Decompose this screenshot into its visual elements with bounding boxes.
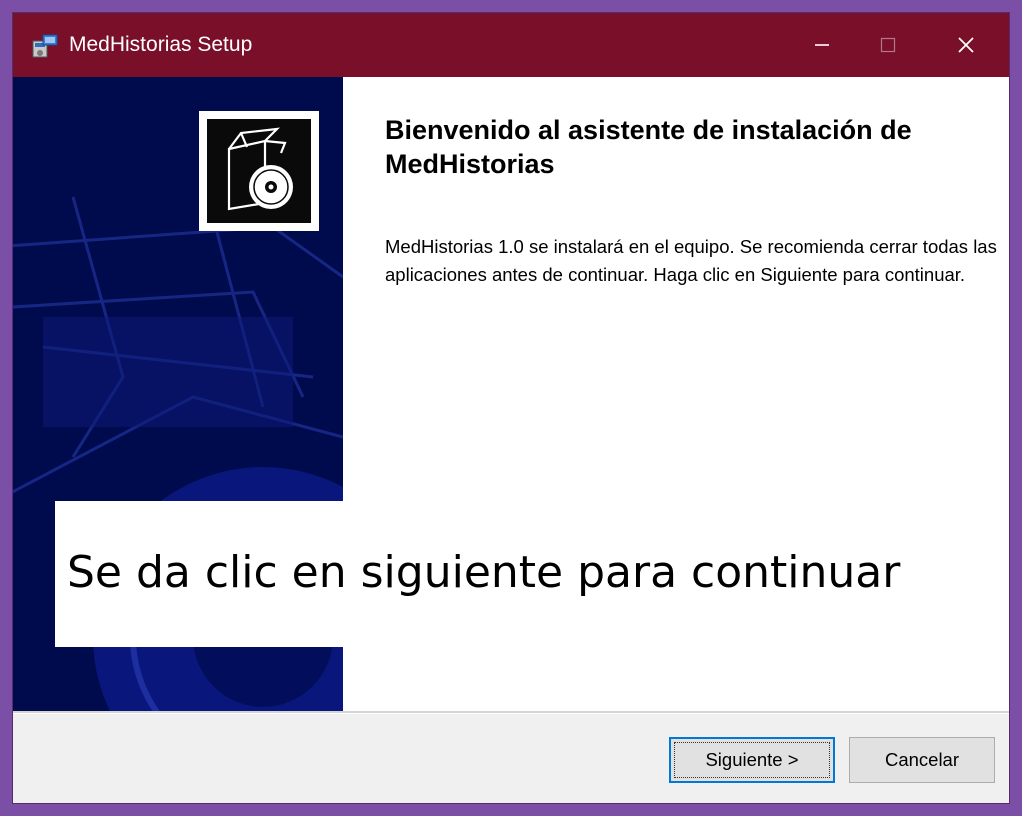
footer-divider: [13, 711, 1009, 714]
box-disc-icon: [227, 127, 293, 211]
welcome-description: MedHistorias 1.0 se instalará en el equi…: [385, 236, 997, 285]
installer-icon: [32, 34, 58, 58]
minimize-button[interactable]: [789, 13, 855, 77]
overlay-caption-text: Se da clic en siguiente para continuar: [67, 547, 901, 598]
close-icon: [958, 37, 974, 53]
maximize-button[interactable]: [855, 13, 921, 77]
welcome-title: Bienvenido al asistente de instalación d…: [385, 115, 912, 179]
logo-background: [207, 119, 311, 223]
window-title: MedHistorias Setup: [69, 33, 253, 56]
title-bar[interactable]: MedHistorias Setup: [13, 13, 1009, 77]
next-button[interactable]: Siguiente >: [669, 737, 835, 783]
close-button[interactable]: [933, 13, 999, 77]
logo-frame: [199, 111, 319, 231]
overlay-caption-box: Se da clic en siguiente para continuar: [55, 501, 1009, 647]
setup-window: MedHistorias Setup Bienvenido al asisten…: [12, 12, 1010, 804]
minimize-icon: [815, 44, 829, 46]
cancel-button[interactable]: Cancelar: [849, 737, 995, 783]
maximize-icon: [880, 37, 896, 53]
